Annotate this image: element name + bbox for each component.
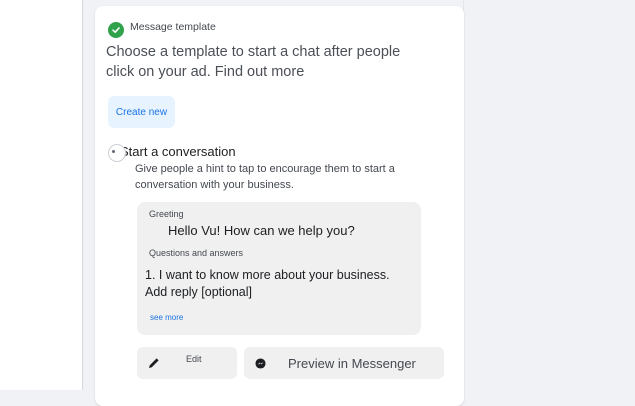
pencil-icon: [149, 358, 159, 368]
option-title: Start a conversation: [120, 144, 236, 159]
edit-label: Edit: [186, 354, 202, 364]
preview-label: Preview in Messenger: [288, 355, 416, 371]
left-panel: [0, 0, 83, 390]
create-new-button[interactable]: Create new: [108, 96, 175, 128]
template-preview: Greeting Hello Vu! How can we help you? …: [137, 202, 421, 335]
card-header: Message template: [108, 18, 216, 38]
card-title: Message template: [130, 21, 216, 33]
edit-button[interactable]: Edit: [137, 347, 237, 379]
greeting-text: Hello Vu! How can we help you?: [168, 223, 355, 238]
qa-list-item: 1. I want to know more about your busine…: [145, 268, 390, 299]
check-circle-icon: [108, 22, 124, 38]
preview-in-messenger-button[interactable]: Preview in Messenger: [244, 347, 444, 379]
radio-dot: [112, 150, 115, 153]
messenger-icon: [255, 357, 266, 369]
message-template-card: Message template Choose a template to st…: [95, 6, 464, 406]
radio-button[interactable]: [108, 144, 126, 162]
questions-answers-label: Questions and answers: [149, 248, 244, 258]
template-description: Choose a template to start a chat after …: [106, 44, 401, 80]
greeting-label: Greeting: [149, 209, 184, 219]
start-conversation-option[interactable]: Start a conversation: [108, 142, 236, 162]
option-description: Give people a hint to tap to encourage t…: [135, 163, 395, 191]
right-panel: [463, 0, 635, 390]
see-more-link[interactable]: see more: [150, 313, 183, 322]
